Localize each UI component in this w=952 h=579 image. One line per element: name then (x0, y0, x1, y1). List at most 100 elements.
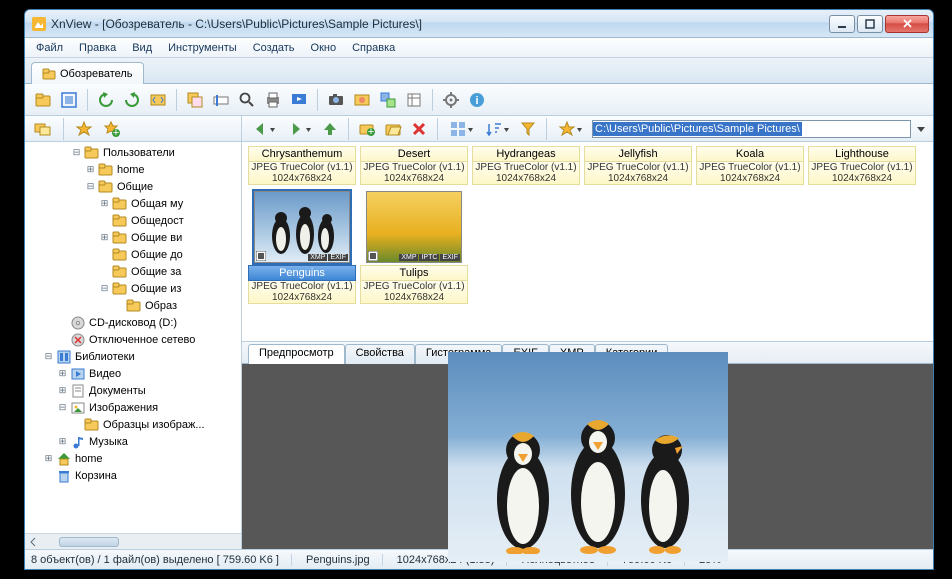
scrollbar-thumb[interactable] (59, 537, 119, 547)
favorites-button[interactable] (72, 117, 96, 141)
rot-cw-button[interactable] (120, 88, 144, 112)
twain-button[interactable] (350, 88, 374, 112)
tree-item[interactable]: ⊟Общие из (25, 280, 241, 297)
search-button[interactable] (235, 88, 259, 112)
fav-button[interactable] (553, 117, 587, 141)
tree-item[interactable]: Образ (25, 297, 241, 314)
tree-item[interactable]: Отключенное сетево (25, 331, 241, 348)
help-button[interactable]: i (465, 88, 489, 112)
filter-button[interactable] (516, 117, 540, 141)
sort-button[interactable] (480, 117, 514, 141)
tree-twist[interactable] (99, 266, 110, 277)
tree-item[interactable]: ⊞home (25, 161, 241, 178)
folder-tree[interactable]: ⊟Пользователи⊞home⊟Общие⊞Общая муОбщедос… (25, 142, 241, 533)
tree-twist[interactable] (99, 215, 110, 226)
fit-button[interactable] (146, 88, 170, 112)
tree-item[interactable]: ⊞Музыка (25, 433, 241, 450)
open2-button[interactable] (381, 117, 405, 141)
delete-button[interactable] (407, 117, 431, 141)
fwd-button[interactable] (282, 117, 316, 141)
thumbnail-desert[interactable]: DesertJPEG TrueColor (v1.1)1024x768x24 (360, 146, 468, 185)
menu-правка[interactable]: Правка (72, 40, 123, 56)
tree-twist[interactable]: ⊞ (57, 368, 68, 379)
print-button[interactable] (261, 88, 285, 112)
thumbnail-lighthouse[interactable]: LighthouseJPEG TrueColor (v1.1)1024x768x… (808, 146, 916, 185)
slide-button[interactable] (287, 88, 311, 112)
back-button[interactable] (246, 117, 280, 141)
fullscreen-button[interactable] (57, 88, 81, 112)
tree-item[interactable]: ⊟Пользователи (25, 144, 241, 161)
tree-twist[interactable] (43, 470, 54, 481)
tree-twist[interactable] (57, 317, 68, 328)
tree-twist[interactable]: ⊞ (57, 385, 68, 396)
open-button[interactable] (31, 88, 55, 112)
tree-item[interactable]: Корзина (25, 467, 241, 484)
preview-area[interactable] (242, 364, 933, 549)
menu-вид[interactable]: Вид (125, 40, 159, 56)
tree-item[interactable]: ⊟Библиотеки (25, 348, 241, 365)
folders-button[interactable] (31, 117, 55, 141)
tree-twist[interactable]: ⊟ (57, 402, 68, 413)
tree-item[interactable]: Общие за (25, 263, 241, 280)
menu-окно[interactable]: Окно (304, 40, 344, 56)
up-button[interactable] (318, 117, 342, 141)
thumbnail-browser[interactable]: ChrysanthemumJPEG TrueColor (v1.1)1024x7… (242, 142, 933, 342)
thumbnail-hydrangeas[interactable]: HydrangeasJPEG TrueColor (v1.1)1024x768x… (472, 146, 580, 185)
tree-item[interactable]: Общие до (25, 246, 241, 263)
maximize-button[interactable] (857, 15, 883, 33)
tab-browser[interactable]: Обозреватель (31, 62, 144, 84)
tree-item[interactable]: Образцы изображ... (25, 416, 241, 433)
web-button[interactable] (402, 88, 426, 112)
preview-tab-0[interactable]: Предпросмотр (248, 344, 345, 364)
tree-item[interactable]: CD-дисковод (D:) (25, 314, 241, 331)
favorites-add-icon: + (103, 120, 121, 138)
tree-item[interactable]: ⊞Общая му (25, 195, 241, 212)
tree-twist[interactable] (99, 249, 110, 260)
rename-button[interactable] (209, 88, 233, 112)
tree-item[interactable]: ⊟Изображения (25, 399, 241, 416)
preview-tab-1[interactable]: Свойства (345, 344, 415, 364)
separator (317, 89, 318, 111)
tree-twist[interactable]: ⊞ (57, 436, 68, 447)
thumbnail-jellyfish[interactable]: JellyfishJPEG TrueColor (v1.1)1024x768x2… (584, 146, 692, 185)
menu-создать[interactable]: Создать (246, 40, 302, 56)
newfolder-button[interactable]: + (355, 117, 379, 141)
tree-item[interactable]: ⊞Документы (25, 382, 241, 399)
tree-twist[interactable]: ⊞ (99, 198, 110, 209)
tree-twist[interactable] (71, 419, 82, 430)
path-dropdown-button[interactable] (913, 117, 929, 141)
settings-button[interactable] (439, 88, 463, 112)
tree-twist[interactable]: ⊞ (85, 164, 96, 175)
menu-справка[interactable]: Справка (345, 40, 402, 56)
close-button[interactable] (885, 15, 929, 33)
thumbnail-penguins[interactable]: XMPEXIFPenguinsJPEG TrueColor (v1.1)1024… (248, 189, 356, 304)
thumbnail-koala[interactable]: KoalaJPEG TrueColor (v1.1)1024x768x24 (696, 146, 804, 185)
path-input[interactable]: C:\Users\Public\Pictures\Sample Pictures… (592, 120, 911, 138)
tree-item[interactable]: Общедост (25, 212, 241, 229)
capture-button[interactable] (324, 88, 348, 112)
thumbnail-chrysanthemum[interactable]: ChrysanthemumJPEG TrueColor (v1.1)1024x7… (248, 146, 356, 185)
tree-twist[interactable]: ⊞ (99, 232, 110, 243)
favorites-add-button[interactable]: + (100, 117, 124, 141)
tree-twist[interactable]: ⊟ (43, 351, 54, 362)
multi-button[interactable] (376, 88, 400, 112)
tree-twist[interactable]: ⊟ (99, 283, 110, 294)
viewmode-button[interactable] (444, 117, 478, 141)
batch-button[interactable] (183, 88, 207, 112)
minimize-button[interactable] (829, 15, 855, 33)
menu-файл[interactable]: Файл (29, 40, 70, 56)
tree-twist[interactable]: ⊟ (71, 147, 82, 158)
titlebar[interactable]: XnView - [Обозреватель - C:\Users\Public… (25, 10, 933, 38)
tree-item[interactable]: ⊟Общие (25, 178, 241, 195)
tree-hscrollbar[interactable] (25, 533, 241, 549)
tree-item[interactable]: ⊞Видео (25, 365, 241, 382)
thumbnail-tulips[interactable]: XMPIPTCEXIFTulipsJPEG TrueColor (v1.1)10… (360, 189, 468, 304)
tree-twist[interactable]: ⊟ (85, 181, 96, 192)
tree-item[interactable]: ⊞Общие ви (25, 229, 241, 246)
tree-twist[interactable] (113, 300, 124, 311)
rot-ccw-button[interactable] (94, 88, 118, 112)
tree-twist[interactable] (57, 334, 68, 345)
tree-item[interactable]: ⊞home (25, 450, 241, 467)
menu-инструменты[interactable]: Инструменты (161, 40, 244, 56)
tree-twist[interactable]: ⊞ (43, 453, 54, 464)
